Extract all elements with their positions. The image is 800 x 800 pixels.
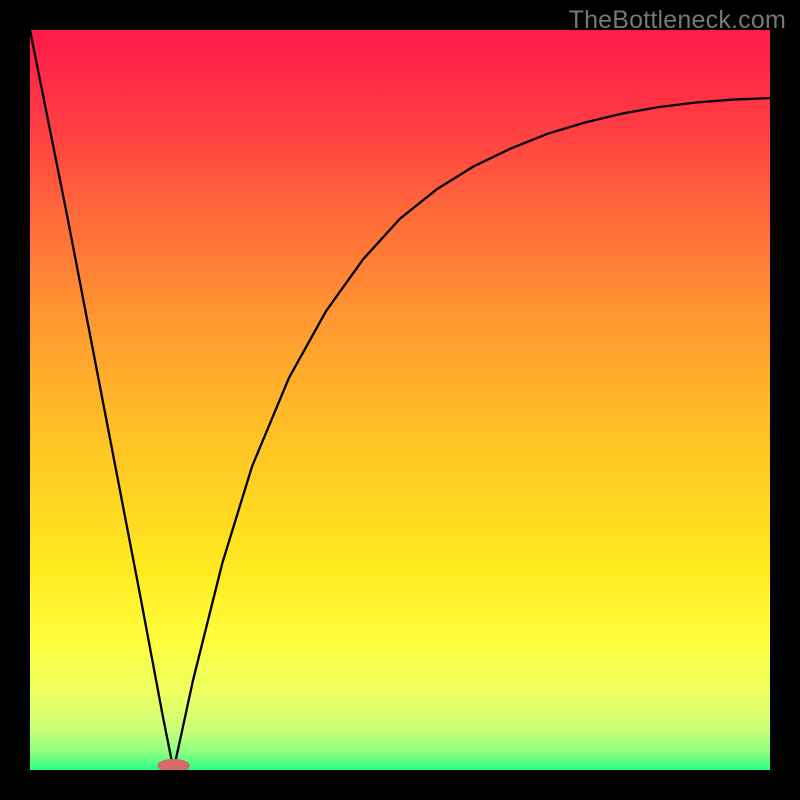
bottleneck-chart [30, 30, 770, 770]
plot-background [30, 30, 770, 770]
chart-frame: TheBottleneck.com [0, 0, 800, 800]
